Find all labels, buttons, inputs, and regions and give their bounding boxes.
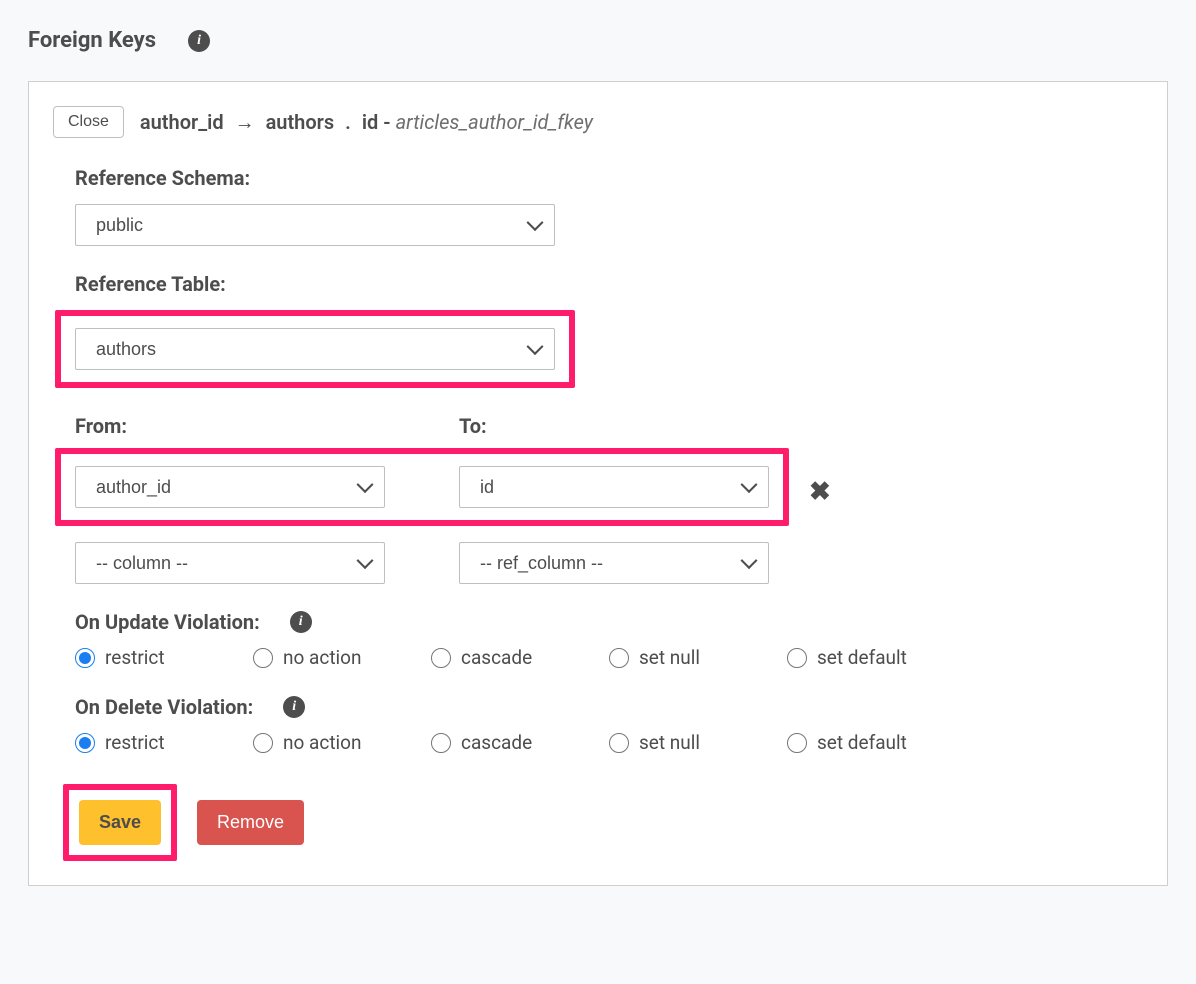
on-update-option-cascade[interactable]: cascade (431, 646, 609, 669)
on-update-option-restrict[interactable]: restrict (75, 646, 253, 669)
on-delete-radio[interactable] (253, 733, 273, 753)
info-icon[interactable]: i (283, 696, 305, 718)
on-update-label: On Update Violation: (75, 610, 260, 634)
to-column-select[interactable]: id (459, 466, 769, 508)
foreign-key-card: Close author_id → authors . id - article… (28, 81, 1168, 886)
on-delete-label: On Delete Violation: (75, 695, 253, 719)
ref-table-select[interactable]: authors (75, 328, 555, 370)
page-title: Foreign Keys (28, 28, 156, 53)
ref-schema-label: Reference Schema: (75, 166, 1143, 190)
on-delete-radio[interactable] (75, 733, 95, 753)
radio-label: no action (283, 646, 362, 669)
on-delete-option-no-action[interactable]: no action (253, 731, 431, 754)
highlight-save: Save (63, 784, 177, 861)
on-delete-option-set-default[interactable]: set default (787, 731, 965, 754)
to-column-placeholder-select[interactable]: -- ref_column -- (459, 542, 769, 584)
fk-from-col: author_id (140, 110, 224, 134)
close-button[interactable]: Close (53, 106, 124, 138)
fk-to-col: id (362, 110, 378, 134)
on-update-option-no-action[interactable]: no action (253, 646, 431, 669)
on-update-radio-group: restrict no action cascade set null set defa… (75, 646, 1143, 669)
from-column-select[interactable]: author_id (75, 466, 385, 508)
to-label: To: (459, 414, 769, 438)
from-label: From: (75, 414, 385, 438)
on-delete-radio[interactable] (431, 733, 451, 753)
radio-label: restrict (105, 731, 165, 754)
on-update-radio[interactable] (609, 648, 629, 668)
radio-label: set default (817, 646, 907, 669)
on-update-option-set-default[interactable]: set default (787, 646, 965, 669)
radio-label: set null (639, 646, 700, 669)
radio-label: restrict (105, 646, 165, 669)
from-column-placeholder-select[interactable]: -- column -- (75, 542, 385, 584)
remove-mapping-icon[interactable]: ✖ (809, 477, 831, 507)
fk-constraint-name: articles_author_id_fkey (396, 110, 593, 134)
arrow-icon: → (235, 110, 255, 134)
dash-separator: - (383, 110, 395, 134)
info-icon[interactable]: i (188, 30, 210, 52)
on-update-radio[interactable] (253, 648, 273, 668)
remove-button[interactable]: Remove (197, 800, 304, 845)
dot-separator: . (345, 110, 351, 134)
on-update-radio[interactable] (787, 648, 807, 668)
radio-label: no action (283, 731, 362, 754)
fk-summary: author_id → authors . id - articles_auth… (140, 110, 593, 135)
ref-schema-select[interactable]: public (75, 204, 555, 246)
on-delete-option-set-null[interactable]: set null (609, 731, 787, 754)
on-delete-option-cascade[interactable]: cascade (431, 731, 609, 754)
radio-label: cascade (461, 731, 532, 754)
on-delete-option-restrict[interactable]: restrict (75, 731, 253, 754)
on-update-radio[interactable] (75, 648, 95, 668)
on-update-option-set-null[interactable]: set null (609, 646, 787, 669)
save-button[interactable]: Save (79, 800, 161, 845)
on-delete-radio[interactable] (609, 733, 629, 753)
on-delete-radio-group: restrict no action cascade set null set defa… (75, 731, 1143, 754)
fk-to-table: authors (266, 110, 335, 134)
radio-label: set null (639, 731, 700, 754)
radio-label: cascade (461, 646, 532, 669)
info-icon[interactable]: i (290, 611, 312, 633)
highlight-mapping-row: author_id id (55, 448, 789, 526)
highlight-ref-table: authors (55, 310, 575, 388)
ref-table-label: Reference Table: (75, 272, 1143, 296)
radio-label: set default (817, 731, 907, 754)
on-update-radio[interactable] (431, 648, 451, 668)
on-delete-radio[interactable] (787, 733, 807, 753)
